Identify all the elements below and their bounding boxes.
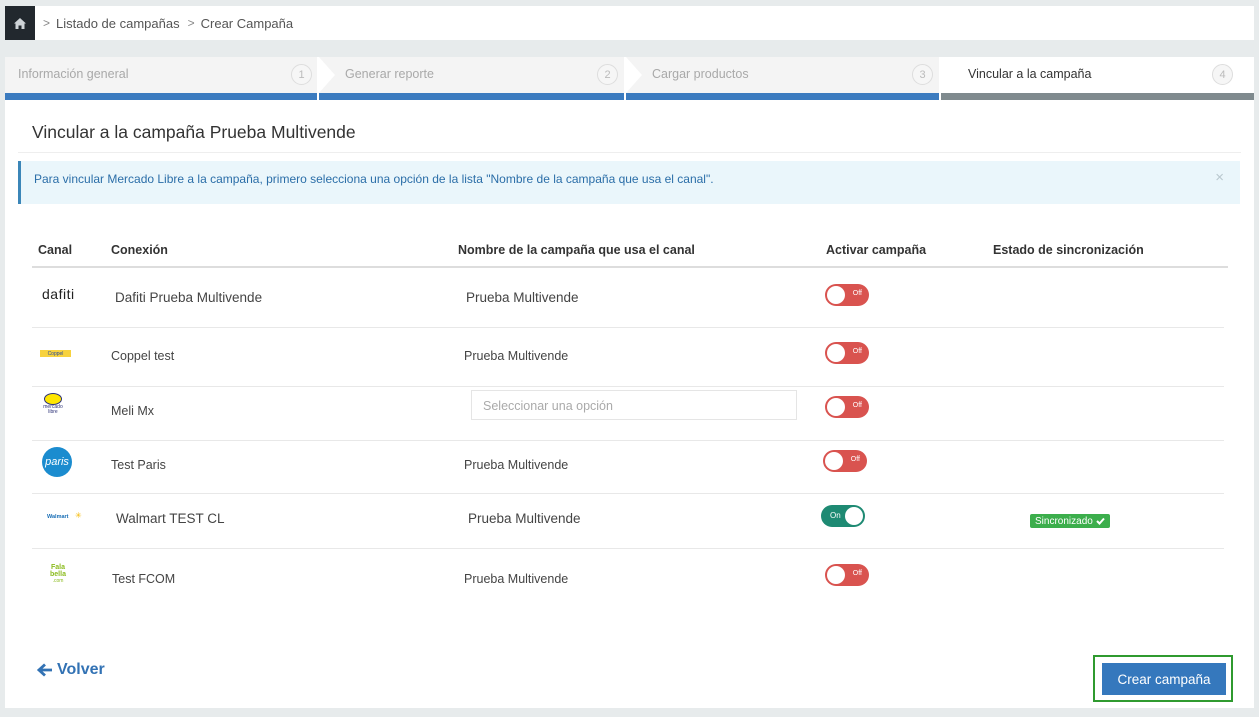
home-icon: [14, 17, 26, 29]
toggle-knob: [827, 398, 845, 416]
breadcrumb-item-campaign-list[interactable]: Listado de campañas: [56, 16, 180, 31]
connection-name: Coppel test: [111, 349, 175, 363]
step-label: Información general: [18, 67, 129, 81]
logo-text: Fala: [50, 564, 65, 571]
dafiti-logo: dafiti: [42, 286, 75, 302]
step-link-campaign[interactable]: Vincular a la campaña 4: [941, 57, 1254, 100]
activate-toggle[interactable]: Off: [825, 396, 869, 418]
main-card: Vincular a la campaña Prueba Multivende …: [5, 100, 1254, 708]
toggle-knob: [845, 507, 863, 525]
step-number: 2: [597, 64, 618, 85]
step-progress-bar: [941, 93, 1254, 100]
close-icon[interactable]: ×: [1215, 169, 1224, 186]
create-campaign-button[interactable]: Crear campaña: [1102, 663, 1226, 695]
toggle-text: Off: [852, 290, 862, 297]
column-header-channel: Canal: [38, 243, 73, 257]
column-header-sync-status: Estado de sincronización: [993, 243, 1144, 257]
column-header-activate: Activar campaña: [826, 243, 927, 257]
toggle-knob: [827, 344, 845, 362]
campaign-name: Prueba Multivende: [464, 458, 569, 472]
walmart-logo: Walmart: [47, 514, 69, 520]
arrow-left-icon: [37, 663, 52, 677]
activate-toggle[interactable]: Off: [825, 564, 869, 586]
status-badge: Sincronizado: [1030, 514, 1110, 528]
page-title: Vincular a la campaña Prueba Multivende: [32, 122, 356, 142]
activate-toggle[interactable]: On: [821, 505, 865, 527]
activate-toggle[interactable]: Off: [823, 450, 867, 472]
step-progress-bar: [5, 93, 317, 100]
back-link[interactable]: Volver: [37, 661, 105, 679]
step-number: 4: [1212, 64, 1233, 85]
home-button[interactable]: [5, 6, 35, 40]
select-placeholder: Seleccionar una opción: [483, 399, 613, 413]
wizard-steps: Información general 1 Generar reporte 2 …: [5, 57, 1254, 100]
logo-text: paris: [45, 456, 69, 468]
back-label: Volver: [57, 661, 105, 678]
step-label: Generar reporte: [345, 67, 434, 81]
row-divider: [32, 440, 1224, 441]
info-alert: Para vincular Mercado Libre a la campaña…: [18, 161, 1240, 204]
breadcrumb-item-create-campaign: Crear Campaña: [200, 15, 294, 31]
row-divider: [32, 548, 1224, 549]
step-general-info[interactable]: Información general 1: [5, 57, 317, 100]
step-progress-bar: [626, 93, 939, 100]
column-header-campaign-name: Nombre de la campaña que usa el canal: [458, 243, 695, 257]
campaign-name: Prueba Multivende: [464, 572, 569, 586]
logo-text: bella: [50, 571, 66, 578]
logo-text: libre: [48, 409, 58, 415]
activate-toggle[interactable]: Off: [825, 284, 869, 306]
check-icon: [1096, 517, 1105, 525]
mercadolibre-logo: mercado libre: [42, 393, 64, 415]
toggle-text: On: [830, 511, 841, 520]
step-label: Vincular a la campaña: [968, 67, 1092, 81]
table-header-divider: [32, 266, 1228, 268]
step-chevron-icon: [319, 57, 335, 93]
toggle-text: Off: [852, 570, 862, 577]
row-divider: [32, 386, 1224, 387]
divider: [18, 152, 1241, 153]
spark-icon: ✳: [75, 511, 82, 520]
toggle-text: Off: [850, 456, 860, 463]
connection-name: Dafiti Prueba Multivende: [115, 290, 263, 305]
step-load-products[interactable]: Cargar productos 3: [626, 57, 939, 100]
breadcrumb-separator-icon: >: [43, 16, 51, 30]
step-chevron-icon: [626, 57, 642, 93]
connection-name: Test FCOM: [112, 572, 176, 586]
logo-text: .com: [52, 578, 64, 584]
connection-name: Walmart TEST CL: [116, 511, 225, 526]
row-divider: [32, 493, 1224, 494]
campaign-name: Prueba Multivende: [464, 349, 569, 363]
step-number: 3: [912, 64, 933, 85]
toggle-knob: [825, 452, 843, 470]
column-header-connection: Conexión: [111, 243, 168, 257]
breadcrumb: > Listado de campañas > Crear Campaña: [5, 6, 1254, 40]
step-number: 1: [291, 64, 312, 85]
connection-name: Test Paris: [111, 458, 166, 472]
alert-text: Para vincular Mercado Libre a la campaña…: [34, 172, 714, 186]
breadcrumb-separator-icon: >: [187, 16, 195, 30]
campaign-select[interactable]: Seleccionar una opción: [471, 390, 797, 420]
activate-toggle[interactable]: Off: [825, 342, 869, 364]
paris-logo: paris: [42, 447, 72, 477]
step-generate-report[interactable]: Generar reporte 2: [319, 57, 624, 100]
coppel-logo: Coppel: [40, 350, 71, 357]
step-progress-bar: [319, 93, 624, 100]
connection-name: Meli Mx: [111, 404, 155, 418]
sync-status-text: Sincronizado: [1035, 515, 1093, 527]
toggle-knob: [827, 286, 845, 304]
toggle-text: Off: [852, 348, 862, 355]
toggle-text: Off: [852, 402, 862, 409]
row-divider: [32, 327, 1224, 328]
falabella-logo: Fala bella .com: [47, 564, 69, 584]
campaign-name: Prueba Multivende: [468, 511, 581, 526]
campaign-name: Prueba Multivende: [466, 290, 579, 305]
step-label: Cargar productos: [652, 67, 749, 81]
toggle-knob: [827, 566, 845, 584]
